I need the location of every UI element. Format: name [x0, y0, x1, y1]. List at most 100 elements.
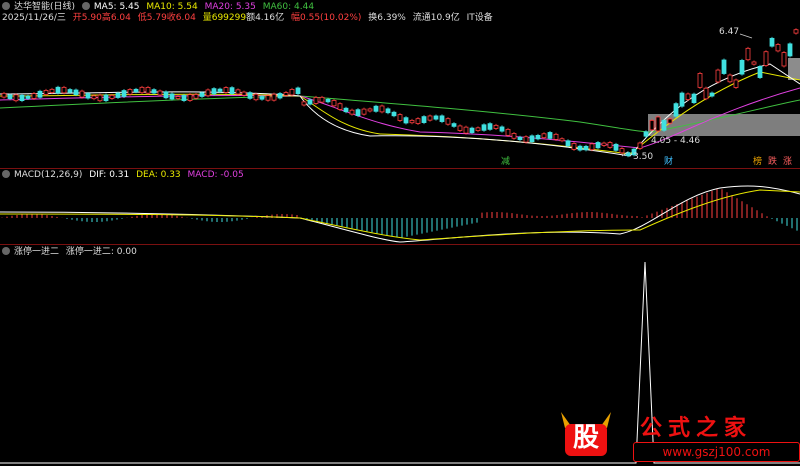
candle-body [793, 29, 799, 34]
candle-body [469, 127, 475, 134]
event-tag-jian[interactable]: 减 [500, 157, 511, 168]
chart-canvas[interactable] [0, 0, 800, 466]
candle-body [703, 87, 709, 100]
candle-body [775, 44, 781, 52]
indicator-header: 涨停一进二 涨停一进二: 0.00 [2, 247, 141, 258]
event-tag-bang[interactable]: 榜 [752, 157, 763, 168]
candle-body [265, 95, 271, 101]
candle-body [727, 74, 733, 83]
candle-body [619, 148, 625, 154]
candle-body [319, 96, 325, 103]
candle-body [529, 135, 535, 143]
high-price-label: 6.47 [719, 27, 740, 37]
candle-body [463, 126, 469, 134]
candle-body [787, 43, 793, 57]
candle-body [325, 98, 331, 103]
pane-divider-2[interactable] [0, 244, 800, 245]
candle-body [679, 92, 685, 107]
candle-body [175, 96, 181, 100]
candle-body [661, 120, 667, 131]
candle-body [541, 133, 547, 139]
candle-body [67, 89, 73, 93]
candle-body [601, 142, 607, 146]
candle-body [745, 47, 751, 61]
candle-body [535, 134, 541, 140]
candle-body [607, 142, 613, 148]
candle-body [307, 99, 313, 105]
candle-body [103, 94, 109, 102]
candle-body [763, 51, 769, 66]
candle-body [409, 119, 415, 124]
macd-header: MACD(12,26,9) DIF: 0.31 DEA: 0.33 MACD: … [2, 170, 248, 181]
candle-body [79, 90, 85, 98]
event-tag-zhang[interactable]: 涨 [782, 157, 793, 168]
pane-divider-1[interactable] [0, 168, 800, 169]
candle-body [85, 93, 91, 99]
watermark-title: 公式之家 [640, 415, 753, 441]
high-arrow-line [739, 33, 753, 39]
candle-body [697, 73, 703, 88]
candle-body [217, 88, 223, 92]
candle-body [583, 145, 589, 151]
candle-body [451, 123, 457, 127]
indicator-name[interactable]: 涨停一进二 [14, 247, 59, 257]
macd-settings-icon[interactable] [2, 170, 10, 178]
candle-body [457, 125, 463, 131]
candle-body [355, 109, 361, 116]
candle-body [523, 136, 529, 143]
range-label: 4.05 - 4.46 [651, 136, 701, 146]
macd-value: MACD: -0.05 [187, 170, 244, 180]
candle-body [49, 88, 55, 94]
candle-body [349, 109, 355, 115]
indicator-settings-icon[interactable] [2, 247, 10, 255]
candle-body [655, 116, 661, 132]
candle-body [1, 92, 7, 98]
candle-body [715, 69, 721, 83]
candle-body [121, 90, 127, 97]
candle-body [553, 133, 559, 140]
event-tag-cai[interactable]: 财 [663, 157, 674, 168]
candle-body [157, 90, 163, 96]
candle-body [331, 100, 337, 107]
candle-body [55, 86, 61, 94]
candle-body [685, 93, 691, 100]
candle-body [433, 115, 439, 120]
candle-body [403, 117, 409, 124]
candle-body [169, 93, 175, 100]
candle-body [337, 103, 343, 110]
dea-line [0, 189, 800, 241]
candle-body [589, 143, 595, 151]
candle-body [253, 93, 259, 101]
candle-body [643, 131, 649, 137]
candle-body [223, 87, 229, 93]
candle-body [109, 94, 115, 99]
candle-body [379, 105, 385, 113]
macd-dea: DEA: 0.33 [136, 170, 181, 180]
watermark-logo-char: 股 [572, 423, 599, 453]
candle-body [7, 94, 13, 100]
event-tag-die[interactable]: 跌 [767, 157, 778, 168]
candle-body [31, 93, 37, 99]
candle-body [571, 143, 577, 150]
candle-body [595, 142, 601, 149]
candle-body [391, 111, 397, 117]
candle-body [187, 94, 193, 101]
candle-body [373, 105, 379, 112]
candle-body [19, 94, 25, 101]
candle-body [229, 87, 235, 95]
macd-label[interactable]: MACD(12,26,9) [14, 170, 82, 180]
candle-body [13, 94, 19, 102]
candle-body [367, 108, 373, 112]
candle-body [289, 89, 295, 96]
candle-body [415, 118, 421, 124]
candle-body [127, 89, 133, 95]
candle-body [721, 59, 727, 74]
candle-body [301, 101, 307, 106]
candle-body [739, 59, 745, 75]
candle-body [283, 92, 289, 96]
candle-body [139, 86, 145, 94]
candle-body [133, 88, 139, 93]
candle-body [193, 94, 199, 99]
candle-body [637, 142, 643, 149]
candle-body [691, 93, 697, 104]
